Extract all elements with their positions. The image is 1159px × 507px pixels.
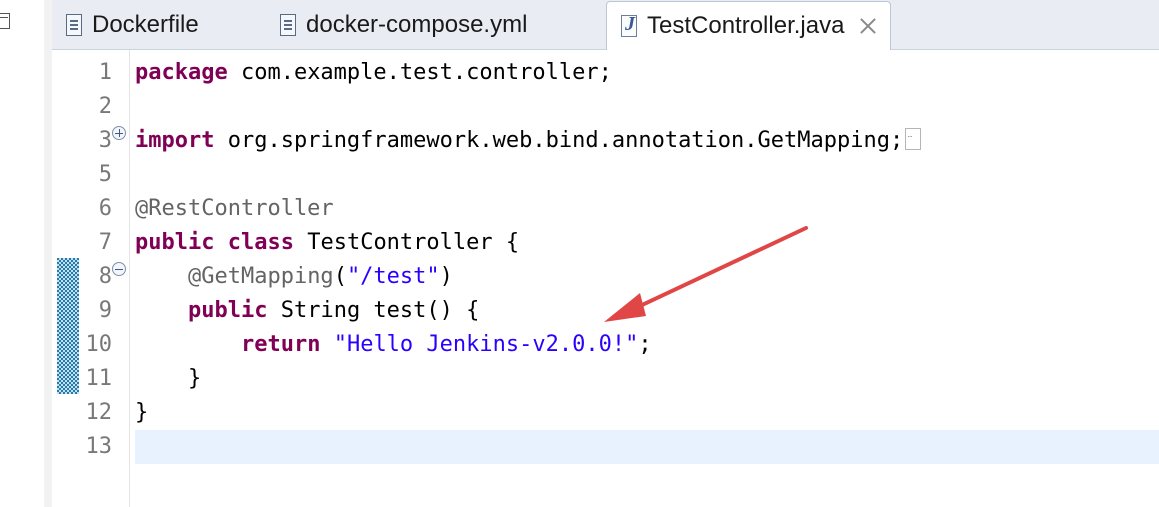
tab-label: Dockerfile <box>92 11 199 38</box>
code-line: package com.example.test.controller; <box>135 60 612 85</box>
line-number: 2 <box>98 94 112 119</box>
line-number: 5 <box>98 162 112 187</box>
change-marker <box>57 258 79 394</box>
line-number: 6 <box>98 196 112 221</box>
code-line: } <box>135 366 202 391</box>
line-number: 8 <box>98 264 112 289</box>
collapse-fold-icon[interactable] <box>112 262 126 276</box>
code-line: public class TestController { <box>135 230 520 255</box>
code-line: } <box>135 400 149 425</box>
code-line: import org.springframework.web.bind.anno… <box>135 118 922 158</box>
tab-docker-compose[interactable]: docker-compose.yml <box>280 2 527 48</box>
line-number: 13 <box>85 434 113 459</box>
left-view-strip <box>0 0 45 507</box>
java-file-icon: J <box>621 13 637 37</box>
editor-tab-bar: Dockerfile docker-compose.yml J TestCont… <box>52 0 1159 50</box>
text-file-icon <box>66 14 82 36</box>
text-file-icon <box>280 14 296 36</box>
tab-testcontroller-java[interactable]: J TestController.java <box>606 1 892 50</box>
expand-fold-icon[interactable] <box>112 126 126 140</box>
restore-view-icon[interactable] <box>0 13 10 29</box>
line-number: 7 <box>98 230 112 255</box>
line-number: 1 <box>98 60 112 85</box>
code-line: @RestController <box>135 196 334 221</box>
line-number: 10 <box>85 332 113 357</box>
code-editor[interactable]: 1 package com.example.test.controller; 2 3 i… <box>52 50 1159 507</box>
line-number: 11 <box>85 366 113 391</box>
line-number: 12 <box>85 400 113 425</box>
close-tab-icon[interactable] <box>858 16 878 36</box>
tab-dockerfile[interactable]: Dockerfile <box>66 2 199 48</box>
code-line: @GetMapping("/test") <box>187 264 453 289</box>
view-separator <box>44 0 52 507</box>
code-line: public String test() { <box>187 298 480 323</box>
tab-label: docker-compose.yml <box>306 11 528 38</box>
current-line-highlight <box>135 430 1159 464</box>
line-number: 9 <box>98 298 112 323</box>
code-line: return "Hello Jenkins-v2.0.0!"; <box>240 332 652 357</box>
folded-imports-icon[interactable] <box>905 118 922 152</box>
tab-label: TestController.java <box>647 12 845 39</box>
line-number: 3 <box>98 128 112 153</box>
